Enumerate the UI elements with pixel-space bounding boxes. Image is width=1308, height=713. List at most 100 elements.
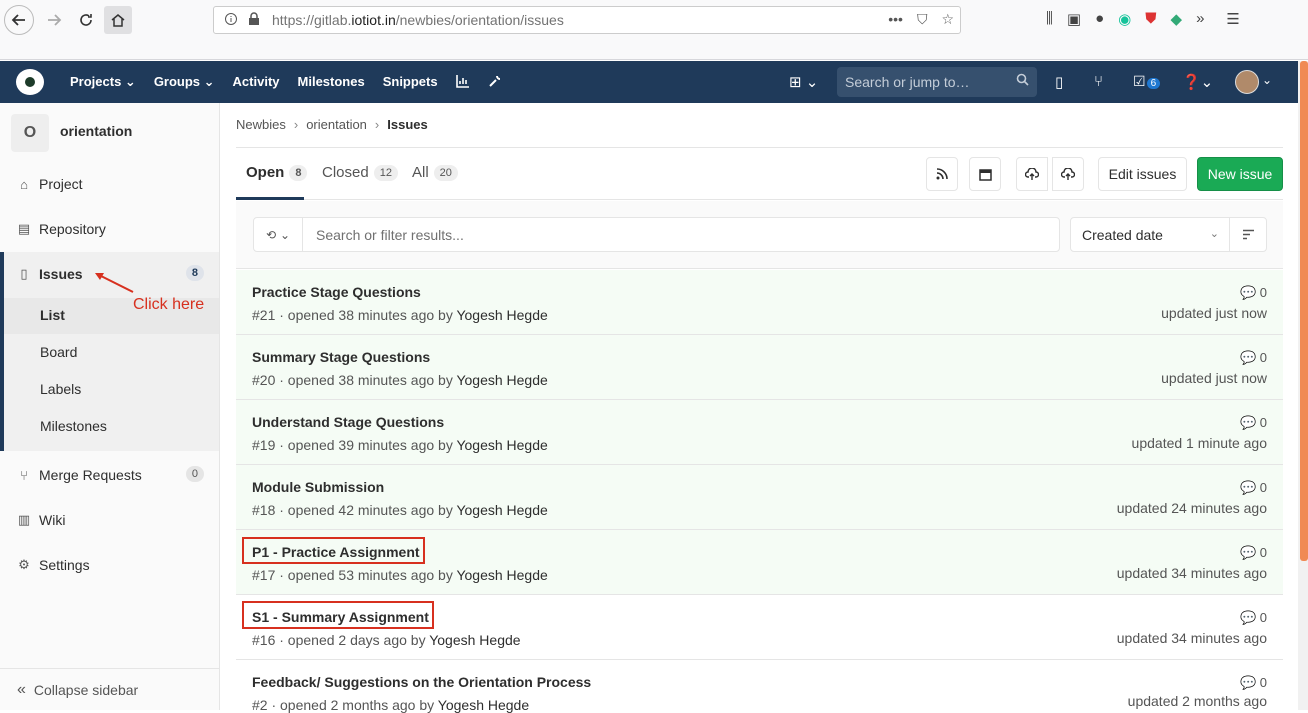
tab-closed[interactable]: Closed 12 bbox=[322, 164, 398, 181]
issue-title[interactable]: Module Submission bbox=[252, 479, 384, 495]
merge-requests-shortcut-icon[interactable]: ⑂ bbox=[1094, 73, 1103, 90]
collapse-sidebar-button[interactable]: « Collapse sidebar bbox=[0, 668, 219, 710]
issue-title[interactable]: Summary Stage Questions bbox=[252, 349, 430, 365]
issue-author[interactable]: Yogesh Hegde bbox=[438, 697, 529, 713]
filter-search-input[interactable]: Search or filter results... bbox=[302, 217, 1060, 252]
sidebar-toggle-icon[interactable]: ▣ bbox=[1067, 10, 1081, 28]
issue-meta: #2 · opened 2 months ago by Yogesh Hegde bbox=[252, 697, 530, 713]
page-actions-icon[interactable]: ••• bbox=[888, 11, 903, 28]
library-icon[interactable]: ⫼ bbox=[1046, 10, 1053, 28]
sort-dropdown[interactable]: Created date ⌄ bbox=[1070, 217, 1230, 252]
issue-author[interactable]: Yogesh Hegde bbox=[456, 437, 547, 453]
url-text: https://gitlab.iotiot.in/newbies/orienta… bbox=[272, 12, 564, 28]
home-icon: ⌂ bbox=[20, 176, 28, 192]
account-icon[interactable]: ● bbox=[1095, 10, 1104, 28]
breadcrumb-newbies[interactable]: Newbies bbox=[236, 117, 286, 132]
issue-comments[interactable]: 💬 0 bbox=[1240, 545, 1267, 561]
issue-author[interactable]: Yogesh Hegde bbox=[456, 502, 547, 518]
issue-comments[interactable]: 💬 0 bbox=[1240, 285, 1267, 301]
issue-updated: updated 34 minutes ago bbox=[1116, 565, 1267, 581]
sidebar-item-wiki[interactable]: ▥ Wiki bbox=[0, 502, 219, 538]
chart-icon[interactable] bbox=[455, 74, 470, 91]
extension-icon[interactable]: ◆ bbox=[1171, 10, 1183, 28]
sidebar-sub-list[interactable]: List bbox=[40, 307, 65, 323]
home-button[interactable] bbox=[104, 6, 132, 34]
chevron-down-icon: ⌄ bbox=[280, 227, 291, 242]
sidebar-sub-board[interactable]: Board bbox=[40, 344, 77, 360]
nav-snippets[interactable]: Snippets bbox=[383, 74, 438, 91]
nav-projects[interactable]: Projects ⌄ bbox=[70, 74, 136, 91]
issue-author[interactable]: Yogesh Hegde bbox=[456, 307, 547, 323]
todos-button[interactable]: ☑ 6 bbox=[1133, 73, 1161, 90]
forward-button[interactable] bbox=[40, 6, 68, 34]
tab-all[interactable]: All 20 bbox=[412, 164, 458, 181]
edit-issues-button[interactable]: Edit issues bbox=[1098, 157, 1187, 191]
help-dropdown-icon[interactable]: ❓⌄ bbox=[1182, 73, 1213, 91]
sidebar-item-project[interactable]: ⌂ Project bbox=[0, 166, 219, 202]
issues-shortcut-icon[interactable]: ▯ bbox=[1055, 73, 1063, 91]
issue-row[interactable]: Practice Stage Questions #21 · opened 38… bbox=[236, 270, 1283, 335]
info-icon[interactable] bbox=[224, 12, 238, 29]
new-dropdown-icon[interactable]: ⊞ ⌄ bbox=[789, 73, 818, 91]
breadcrumb-orientation[interactable]: orientation bbox=[306, 117, 367, 132]
calendar-button[interactable] bbox=[969, 157, 1001, 191]
comment-icon: 💬 bbox=[1239, 610, 1257, 625]
shield-icon[interactable]: ⛊ bbox=[1145, 10, 1156, 28]
user-avatar[interactable] bbox=[1235, 70, 1259, 94]
menu-icon[interactable]: ☰ bbox=[1226, 10, 1239, 28]
nav-activity[interactable]: Activity bbox=[233, 74, 280, 91]
reload-button[interactable] bbox=[72, 6, 100, 34]
lock-icon bbox=[248, 12, 260, 29]
global-search-input[interactable]: Search or jump to… bbox=[837, 67, 1037, 97]
sidebar-item-merge-requests[interactable]: ⑂ Merge Requests 0 bbox=[0, 457, 219, 493]
issue-row[interactable]: Understand Stage Questions #19 · opened … bbox=[236, 400, 1283, 465]
grammarly-icon[interactable]: ◉ bbox=[1118, 10, 1131, 28]
project-name[interactable]: orientation bbox=[60, 123, 132, 139]
gitlab-logo[interactable] bbox=[16, 69, 44, 95]
active-tab-underline bbox=[236, 197, 304, 200]
sort-lines-icon bbox=[1242, 229, 1254, 240]
sidebar-sub-labels[interactable]: Labels bbox=[40, 381, 81, 397]
issue-title[interactable]: Feedback/ Suggestions on the Orientation… bbox=[252, 674, 591, 690]
sort-direction-button[interactable] bbox=[1229, 217, 1267, 252]
pocket-icon[interactable]: ⛉ bbox=[917, 11, 928, 28]
back-button[interactable] bbox=[4, 5, 34, 35]
issues-icon: ▯ bbox=[20, 266, 28, 281]
tab-open[interactable]: Open 8 bbox=[246, 164, 308, 181]
issue-title[interactable]: Practice Stage Questions bbox=[252, 284, 421, 300]
issue-row[interactable]: Feedback/ Suggestions on the Orientation… bbox=[236, 660, 1283, 713]
issue-row[interactable]: Summary Stage Questions #20 · opened 38 … bbox=[236, 335, 1283, 400]
todo-icon: ☑ bbox=[1133, 73, 1146, 89]
recent-searches-button[interactable]: ⟲ ⌄ bbox=[253, 217, 303, 252]
issue-comments[interactable]: 💬 0 bbox=[1240, 415, 1267, 431]
double-chevron-left-icon: « bbox=[17, 680, 26, 698]
sidebar-item-settings[interactable]: ⚙ Settings bbox=[0, 547, 219, 583]
issue-title[interactable]: Understand Stage Questions bbox=[252, 414, 444, 430]
issue-meta: #20 · opened 38 minutes ago by Yogesh He… bbox=[252, 372, 548, 388]
export-csv-button[interactable] bbox=[1016, 157, 1048, 191]
import-csv-button[interactable] bbox=[1052, 157, 1084, 191]
sidebar-sub-milestones[interactable]: Milestones bbox=[40, 418, 107, 434]
overflow-chevron-icon[interactable]: » bbox=[1196, 10, 1204, 28]
issue-author[interactable]: Yogesh Hegde bbox=[456, 372, 547, 388]
issue-meta: #21 · opened 38 minutes ago by Yogesh He… bbox=[252, 307, 548, 323]
nav-groups[interactable]: Groups ⌄ bbox=[154, 74, 215, 91]
issue-comments[interactable]: 💬 0 bbox=[1240, 675, 1267, 691]
issue-comments[interactable]: 💬 0 bbox=[1240, 480, 1267, 496]
nav-milestones[interactable]: Milestones bbox=[298, 74, 365, 91]
issue-comments[interactable]: 💬 0 bbox=[1240, 350, 1267, 366]
issue-comments[interactable]: 💬 0 bbox=[1240, 610, 1267, 626]
wrench-icon[interactable] bbox=[488, 74, 502, 91]
rss-button[interactable] bbox=[926, 157, 958, 191]
new-issue-button[interactable]: New issue bbox=[1197, 157, 1283, 191]
issue-author[interactable]: Yogesh Hegde bbox=[429, 632, 520, 648]
bookmark-star-icon[interactable]: ☆ bbox=[941, 11, 954, 28]
breadcrumb-issues[interactable]: Issues bbox=[387, 117, 427, 132]
chevron-down-icon[interactable]: ⌄ bbox=[1262, 73, 1272, 87]
issue-author[interactable]: Yogesh Hegde bbox=[456, 567, 547, 583]
issue-row[interactable]: Module Submission #18 · opened 42 minute… bbox=[236, 465, 1283, 530]
project-avatar[interactable]: O bbox=[11, 114, 49, 152]
sidebar-item-repository[interactable]: ▤ Repository bbox=[0, 211, 219, 247]
scrollbar-thumb[interactable] bbox=[1300, 61, 1308, 561]
address-bar[interactable]: https://gitlab.iotiot.in/newbies/orienta… bbox=[213, 6, 961, 34]
